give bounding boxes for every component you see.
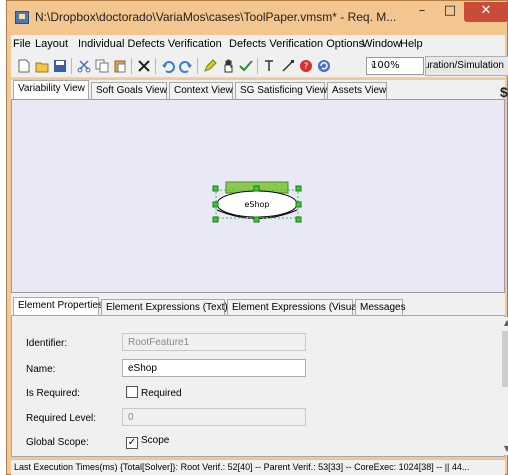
menu-bar: File Layout Individual Defects Verificat… bbox=[11, 35, 505, 54]
name-field[interactable]: eShop bbox=[122, 359, 306, 377]
undo-icon[interactable] bbox=[161, 59, 175, 73]
scroll-down-icon[interactable]: ▼ bbox=[500, 443, 508, 455]
close-button[interactable]: ✕ bbox=[464, 2, 508, 22]
toolbar: ? 100% v Configuration/Simulation bbox=[11, 54, 508, 78]
tab-sg-satisficing-view[interactable]: SG Satisficing View bbox=[235, 82, 327, 99]
scope-checkbox-row[interactable]: ✓ Scope bbox=[126, 435, 169, 449]
menu-defects-verification-options[interactable]: Defects Verification Options bbox=[229, 38, 364, 50]
pan-hand-icon[interactable] bbox=[221, 59, 235, 73]
property-tab-bar: Element Properties Element Expressions (… bbox=[11, 297, 505, 316]
toolbar-separator bbox=[155, 58, 156, 74]
menu-individual-defects-verification[interactable]: Individual Defects Verification bbox=[78, 38, 222, 50]
toolbar-separator bbox=[257, 58, 258, 74]
maximize-button[interactable]: □ bbox=[437, 2, 463, 22]
zoom-select[interactable]: 100% v bbox=[366, 57, 424, 75]
feature-label: eShop bbox=[244, 200, 269, 209]
resize-handle[interactable] bbox=[253, 216, 260, 223]
tab-element-properties[interactable]: Element Properties bbox=[13, 297, 103, 316]
identifier-field: RootFeature1 bbox=[122, 333, 306, 351]
menu-help[interactable]: Help bbox=[400, 38, 423, 50]
properties-scrollbar[interactable]: ▲ ▼ bbox=[500, 317, 508, 455]
view-tab-bar: Variability View Soft Goals View Context… bbox=[11, 80, 505, 99]
menu-layout[interactable]: Layout bbox=[35, 38, 68, 50]
required-checkbox[interactable] bbox=[126, 386, 138, 398]
svg-text:?: ? bbox=[304, 62, 309, 72]
edge-glyph: $ bbox=[500, 84, 508, 100]
resize-handle[interactable] bbox=[295, 201, 302, 208]
application-window: N:\Dropbox\doctorado\VariaMos\cases\Tool… bbox=[6, 0, 508, 475]
scroll-up-icon[interactable]: ▲ bbox=[500, 317, 508, 329]
toolbar-separator bbox=[197, 58, 198, 74]
chevron-down-icon: v bbox=[371, 61, 376, 70]
tab-soft-goals-view[interactable]: Soft Goals View bbox=[91, 82, 167, 99]
resize-handle[interactable] bbox=[253, 185, 260, 192]
resize-handle[interactable] bbox=[212, 201, 219, 208]
required-checkbox-row[interactable]: Required bbox=[126, 386, 182, 399]
window-title: N:\Dropbox\doctorado\VariaMos\cases\Tool… bbox=[35, 10, 397, 24]
text-tool-icon[interactable] bbox=[263, 59, 277, 73]
toolbar-separator bbox=[71, 58, 72, 74]
tab-context-view[interactable]: Context View bbox=[169, 82, 233, 99]
scope-checkbox-label: Scope bbox=[141, 435, 170, 446]
paste-icon[interactable] bbox=[113, 59, 127, 73]
tab-messages[interactable]: Messages bbox=[355, 299, 406, 316]
element-properties-panel: Identifier: RootFeature1 Name: eShop Is … bbox=[11, 315, 508, 457]
required-level-field: 0 bbox=[122, 408, 306, 426]
tab-element-expressions-text[interactable]: Element Expressions (Text) bbox=[101, 299, 228, 316]
title-bar[interactable]: N:\Dropbox\doctorado\VariaMos\cases\Tool… bbox=[7, 1, 508, 35]
minimize-button[interactable]: – bbox=[409, 2, 435, 22]
global-scope-label: Global Scope: bbox=[26, 437, 89, 448]
model-canvas[interactable]: eShop bbox=[11, 99, 505, 293]
refresh-icon[interactable] bbox=[317, 59, 331, 73]
resize-handle[interactable] bbox=[212, 216, 219, 223]
status-bar: Last Execution Times(ms) {Total[Solver]}… bbox=[11, 459, 505, 475]
toolbar-separator bbox=[131, 58, 132, 74]
menu-window[interactable]: Window bbox=[362, 38, 401, 50]
new-file-icon[interactable] bbox=[17, 59, 31, 73]
app-icon bbox=[15, 11, 29, 24]
cut-icon[interactable] bbox=[77, 59, 91, 73]
identifier-label: Identifier: bbox=[26, 338, 68, 349]
configuration-simulation-label: Configuration/Simulation bbox=[425, 60, 504, 71]
redo-icon[interactable] bbox=[179, 59, 193, 73]
feature-diagram: eShop bbox=[212, 181, 302, 223]
tab-variability-view[interactable]: Variability View bbox=[13, 80, 89, 99]
scope-checkbox[interactable]: ✓ bbox=[126, 437, 138, 449]
resize-handle[interactable] bbox=[295, 216, 302, 223]
open-folder-icon[interactable] bbox=[35, 59, 49, 73]
verify-icon[interactable]: ? bbox=[299, 59, 313, 73]
check-icon[interactable] bbox=[239, 59, 253, 73]
configuration-simulation-button[interactable]: Configuration/Simulation bbox=[425, 56, 508, 76]
required-level-label: Required Level: bbox=[26, 413, 97, 424]
resize-handle[interactable] bbox=[212, 185, 219, 192]
edit-pencil-icon[interactable] bbox=[203, 59, 217, 73]
name-label: Name: bbox=[26, 364, 56, 375]
copy-icon[interactable] bbox=[95, 59, 109, 73]
tab-assets-view[interactable]: Assets View bbox=[327, 82, 387, 99]
save-icon[interactable] bbox=[53, 59, 67, 73]
menu-file[interactable]: File bbox=[13, 38, 31, 50]
is-required-label: Is Required: bbox=[26, 388, 80, 399]
resize-handle[interactable] bbox=[295, 185, 302, 192]
delete-icon[interactable] bbox=[137, 59, 151, 73]
tab-element-expressions-visual[interactable]: Element Expressions (Visual) bbox=[227, 299, 362, 316]
connector-icon[interactable] bbox=[281, 59, 295, 73]
scrollbar-thumb[interactable] bbox=[502, 331, 508, 387]
required-checkbox-label: Required bbox=[141, 388, 182, 399]
